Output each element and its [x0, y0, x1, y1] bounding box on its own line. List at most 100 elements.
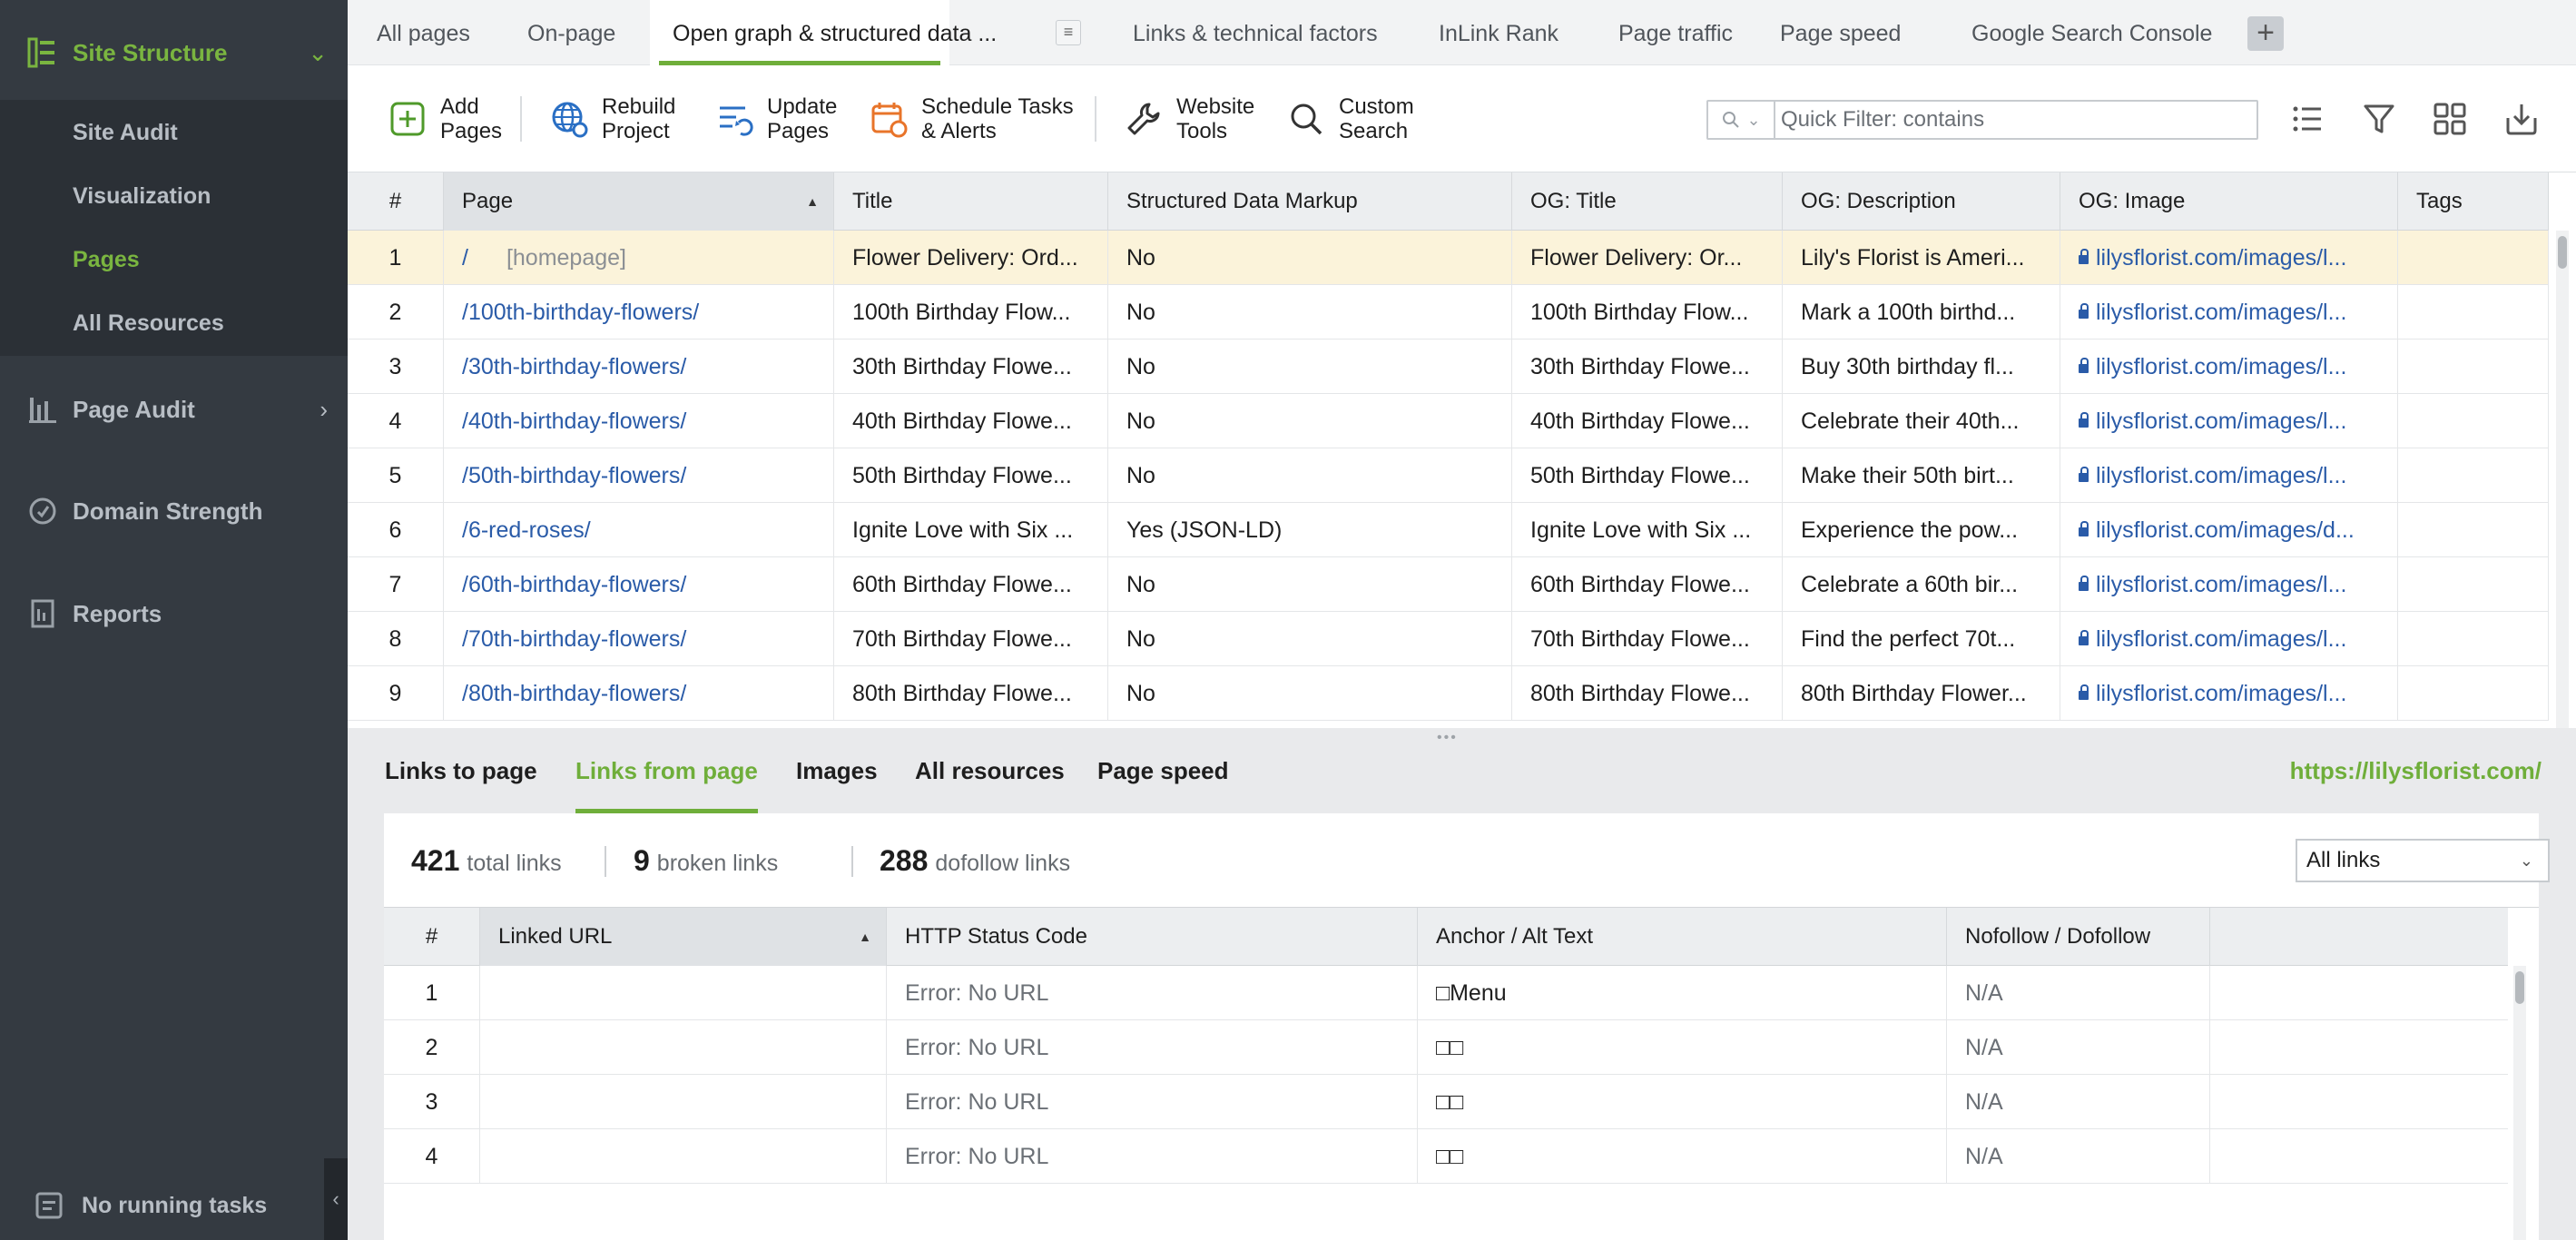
column-header-number[interactable]: #	[348, 172, 444, 231]
table-row[interactable]: 2 Error: No URL □□ N/A	[384, 1020, 2508, 1075]
cell-page[interactable]: /100th-birthday-flowers/	[444, 285, 834, 340]
cell-og-image[interactable]: lilysflorist.com/images/l...	[2060, 285, 2398, 340]
tab-all-pages[interactable]: All pages	[377, 0, 470, 65]
sidebar-item-site-audit[interactable]: Site Audit	[73, 120, 178, 146]
table-row[interactable]: 2/100th-birthday-flowers/100th Birthday …	[348, 285, 2549, 340]
cell-linked-url[interactable]	[480, 1075, 887, 1129]
table-row[interactable]: 4 Error: No URL □□ N/A	[384, 1129, 2508, 1184]
cell-page[interactable]: /70th-birthday-flowers/	[444, 612, 834, 666]
tab-images[interactable]: Images	[796, 744, 878, 813]
sidebar-item-reports[interactable]: Reports	[0, 581, 348, 646]
cell-og-image[interactable]: lilysflorist.com/images/d...	[2060, 503, 2398, 557]
cell-og-image[interactable]: lilysflorist.com/images/l...	[2060, 231, 2398, 285]
table-row[interactable]: 3 Error: No URL □□ N/A	[384, 1075, 2508, 1129]
cell-linked-url[interactable]	[480, 1129, 887, 1184]
cell-og-description: Celebrate a 60th bir...	[1783, 557, 2060, 612]
tab-menu-icon[interactable]: ≡	[1056, 20, 1081, 45]
column-header-structured-data[interactable]: Structured Data Markup	[1108, 172, 1512, 231]
add-pages-button[interactable]: Add Pages	[388, 89, 502, 149]
column-header-og-title[interactable]: OG: Title	[1512, 172, 1783, 231]
cell-linked-url[interactable]	[480, 966, 887, 1020]
column-header-og-image[interactable]: OG: Image	[2060, 172, 2398, 231]
rebuild-project-button[interactable]: Rebuild Project	[549, 89, 675, 149]
cell-structured-data: No	[1108, 448, 1512, 503]
tab-links-technical-factors[interactable]: Links & technical factors	[1133, 0, 1378, 65]
tab-inlink-rank[interactable]: InLink Rank	[1439, 0, 1558, 65]
column-header-tags[interactable]: Tags	[2398, 172, 2549, 231]
column-header-title[interactable]: Title	[834, 172, 1108, 231]
quick-filter-input[interactable]	[1781, 103, 2271, 136]
vertical-scrollbar[interactable]	[2513, 966, 2526, 1240]
running-tasks-status[interactable]: No running tasks	[0, 1171, 348, 1240]
scrollbar-thumb[interactable]	[2558, 236, 2567, 269]
column-header-linked-url[interactable]: Linked URL ▲	[480, 908, 887, 966]
cell-og-image[interactable]: lilysflorist.com/images/l...	[2060, 394, 2398, 448]
table-row[interactable]: 3/30th-birthday-flowers/30th Birthday Fl…	[348, 340, 2549, 394]
tab-page-speed-details[interactable]: Page speed	[1097, 744, 1229, 813]
cell-page[interactable]: /50th-birthday-flowers/	[444, 448, 834, 503]
column-header-anchor-text[interactable]: Anchor / Alt Text	[1418, 908, 1947, 966]
tab-on-page[interactable]: On-page	[527, 0, 615, 65]
cell-og-image[interactable]: lilysflorist.com/images/l...	[2060, 448, 2398, 503]
sidebar-collapse-button[interactable]: ‹	[324, 1158, 348, 1240]
update-pages-button[interactable]: Update Pages	[714, 89, 837, 149]
filter-icon[interactable]	[2358, 98, 2400, 140]
table-row[interactable]: 9/80th-birthday-flowers/80th Birthday Fl…	[348, 666, 2549, 721]
table-row[interactable]: 8/70th-birthday-flowers/70th Birthday Fl…	[348, 612, 2549, 666]
tab-google-search-console[interactable]: Google Search Console	[1971, 0, 2212, 65]
tab-page-speed[interactable]: Page speed	[1780, 0, 1901, 65]
cell-page[interactable]: /30th-birthday-flowers/	[444, 340, 834, 394]
site-structure-icon	[27, 37, 54, 68]
sidebar-item-visualization[interactable]: Visualization	[73, 183, 211, 210]
cell-page[interactable]: / [homepage]	[444, 231, 834, 285]
tab-links-to-page[interactable]: Links to page	[385, 744, 537, 813]
cell-og-image[interactable]: lilysflorist.com/images/l...	[2060, 612, 2398, 666]
cell-og-title-text: 50th Birthday Flowe...	[1530, 463, 1750, 488]
cell-page[interactable]: /6-red-roses/	[444, 503, 834, 557]
cell-og-image[interactable]: lilysflorist.com/images/l...	[2060, 666, 2398, 721]
cell-page[interactable]: /60th-birthday-flowers/	[444, 557, 834, 612]
cell-page-text: /6-red-roses/	[462, 517, 591, 543]
tab-all-resources[interactable]: All resources	[915, 744, 1065, 813]
cell-og-image[interactable]: lilysflorist.com/images/l...	[2060, 340, 2398, 394]
vertical-scrollbar[interactable]	[2556, 231, 2569, 728]
schedule-tasks-button[interactable]: Schedule Tasks & Alerts	[869, 89, 1074, 149]
sidebar-item-page-audit[interactable]: Page Audit ›	[0, 377, 348, 442]
column-header-http-status[interactable]: HTTP Status Code	[887, 908, 1418, 966]
current-page-url[interactable]: https://lilysflorist.com/	[2290, 744, 2542, 797]
cell-tags	[2398, 394, 2549, 448]
table-row[interactable]: 7/60th-birthday-flowers/60th Birthday Fl…	[348, 557, 2549, 612]
table-row[interactable]: 1 Error: No URL □Menu N/A	[384, 966, 2508, 1020]
table-row[interactable]: 5/50th-birthday-flowers/50th Birthday Fl…	[348, 448, 2549, 503]
cell-linked-url[interactable]	[480, 1020, 887, 1075]
table-row[interactable]: 4/40th-birthday-flowers/40th Birthday Fl…	[348, 394, 2549, 448]
cell-og-title-text: 30th Birthday Flowe...	[1530, 354, 1750, 379]
cell-og-image[interactable]: lilysflorist.com/images/l...	[2060, 557, 2398, 612]
scrollbar-thumb[interactable]	[2515, 971, 2524, 1004]
table-row[interactable]: 1 / [homepage] Flower Delivery: Ord... No Flo…	[348, 231, 2549, 285]
list-view-icon[interactable]	[2286, 98, 2328, 140]
cell-og-title-text: 70th Birthday Flowe...	[1530, 626, 1750, 652]
table-row[interactable]: 6/6-red-roses/Ignite Love with Six ... Ye…	[348, 503, 2549, 557]
cell-page[interactable]: /40th-birthday-flowers/	[444, 394, 834, 448]
sidebar-item-domain-strength[interactable]: Domain Strength	[0, 478, 348, 544]
column-header-page[interactable]: Page ▲	[444, 172, 834, 231]
sidebar-item-pages[interactable]: Pages	[73, 247, 140, 273]
quick-filter-search-dropdown[interactable]: ⌄	[1708, 102, 1775, 138]
website-tools-button[interactable]: Website Tools	[1124, 89, 1254, 149]
column-header-nofollow-dofollow[interactable]: Nofollow / Dofollow	[1947, 908, 2210, 966]
tab-open-graph-structured-data[interactable]: Open graph & structured data ...	[650, 0, 997, 65]
tab-page-traffic[interactable]: Page traffic	[1618, 0, 1733, 65]
panel-splitter[interactable]: •••	[348, 728, 2576, 745]
links-filter-select[interactable]: All links ⌄	[2296, 839, 2550, 882]
sidebar-item-site-structure[interactable]: Site Structure ⌄	[0, 20, 348, 85]
column-header-og-description[interactable]: OG: Description	[1783, 172, 2060, 231]
export-icon[interactable]	[2501, 98, 2542, 140]
tab-links-from-page[interactable]: Links from page	[575, 744, 758, 813]
column-header-number[interactable]: #	[384, 908, 480, 966]
cell-page[interactable]: /80th-birthday-flowers/	[444, 666, 834, 721]
custom-search-button[interactable]: Custom Search	[1286, 89, 1414, 149]
add-tab-button[interactable]: +	[2247, 16, 2284, 51]
grid-view-icon[interactable]	[2429, 98, 2471, 140]
sidebar-item-all-resources[interactable]: All Resources	[73, 310, 224, 337]
